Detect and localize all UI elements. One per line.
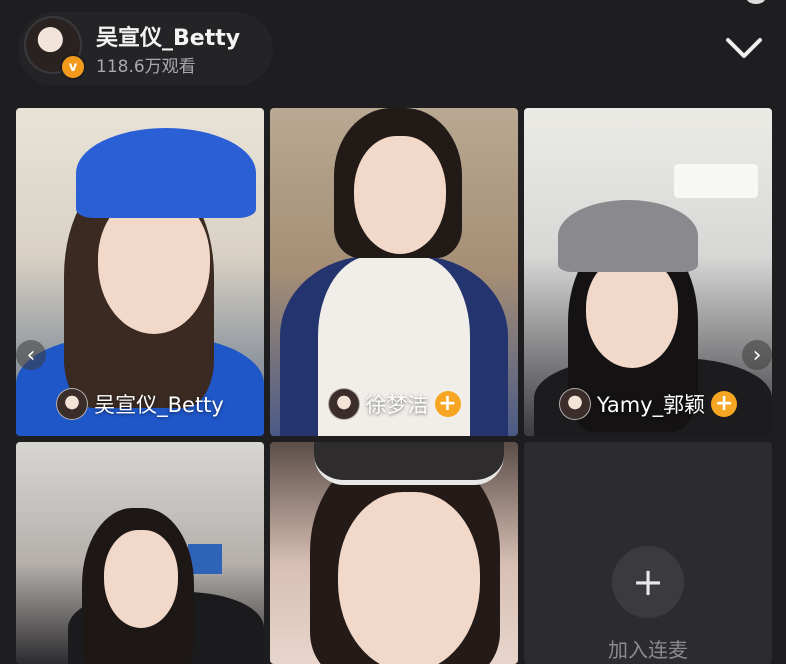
add-icon[interactable]: + bbox=[612, 546, 684, 618]
next-arrow-icon[interactable]: › bbox=[742, 340, 772, 370]
chevron-down-icon[interactable] bbox=[722, 30, 766, 64]
guest-tile-3[interactable]: › Yamy_郭颖 + bbox=[524, 108, 772, 436]
tile-label: 徐梦洁 + bbox=[270, 384, 518, 424]
verified-badge-icon: v bbox=[60, 54, 86, 80]
video-subject-face bbox=[338, 492, 480, 664]
join-mic-slot[interactable]: + 加入连麦 bbox=[524, 442, 772, 664]
cap bbox=[76, 128, 256, 218]
tile-name: 徐梦洁 bbox=[365, 393, 429, 417]
guest-tile-5[interactable] bbox=[270, 442, 518, 664]
cap bbox=[558, 200, 698, 272]
follow-button[interactable]: + bbox=[434, 391, 461, 417]
video-subject-face bbox=[354, 136, 446, 254]
tile-label: Yamy_郭颖 + bbox=[524, 384, 772, 424]
prev-arrow-icon[interactable]: ‹ bbox=[16, 340, 46, 370]
join-mic-label: 加入连麦 bbox=[608, 638, 688, 662]
air-conditioner bbox=[674, 164, 758, 198]
tile-label: 吴宣仪_Betty bbox=[16, 384, 264, 424]
guest-tile-2[interactable]: 徐梦洁 + bbox=[270, 108, 518, 436]
avatar[interactable] bbox=[56, 388, 89, 420]
video-subject-face bbox=[104, 530, 178, 628]
tile-name: Yamy_郭颖 bbox=[596, 393, 706, 417]
avatar[interactable] bbox=[327, 388, 360, 420]
tile-name: 吴宣仪_Betty bbox=[94, 393, 224, 417]
avatar[interactable] bbox=[558, 388, 591, 420]
follow-button[interactable]: + bbox=[711, 391, 738, 417]
guest-tile-1[interactable]: ‹ 吴宣仪_Betty bbox=[16, 108, 264, 436]
headband bbox=[314, 442, 504, 485]
view-count: 118.6万观看 bbox=[96, 57, 196, 77]
guest-tile-4[interactable] bbox=[16, 442, 264, 664]
host-name[interactable]: 吴宣仪_Betty bbox=[96, 20, 240, 52]
status-indicator bbox=[746, 0, 766, 4]
video-subject-face bbox=[586, 256, 678, 368]
